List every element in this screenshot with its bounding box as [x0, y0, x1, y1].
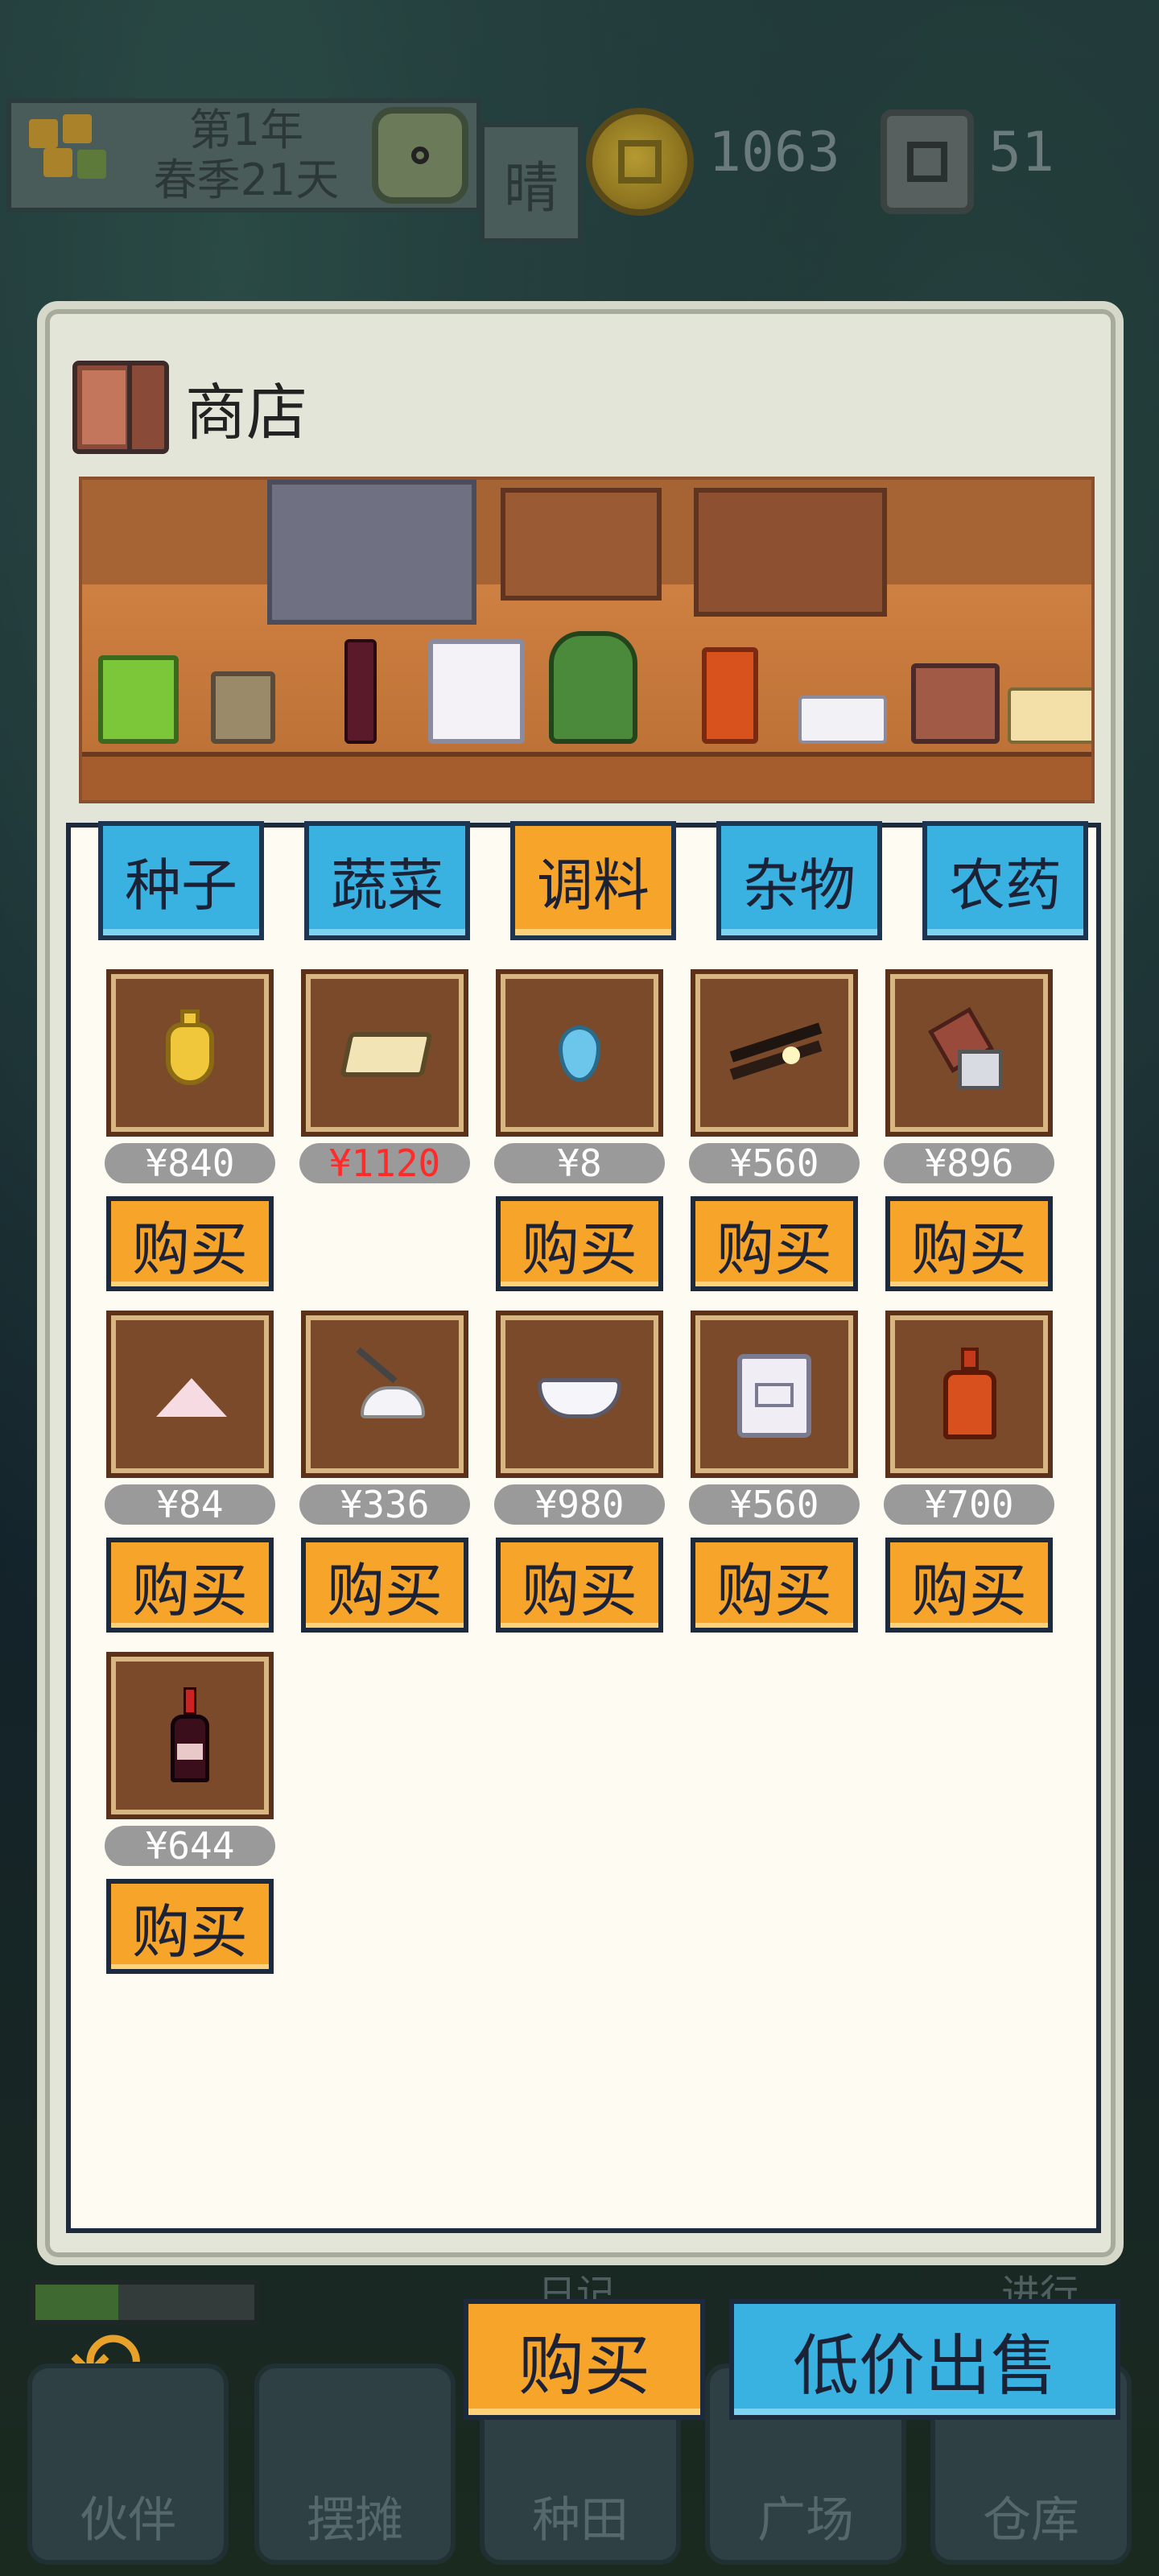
item-price: ¥644	[105, 1826, 275, 1866]
buy-main-button[interactable]: 购买	[464, 2299, 705, 2420]
season-day-label: 春季21天	[153, 155, 340, 205]
shop-item: ¥560 购买	[689, 969, 860, 1291]
shop-item: ¥8 购买	[494, 969, 665, 1291]
sauce-bottle-icon	[702, 647, 758, 744]
shop-item: ¥1120	[299, 969, 470, 1290]
oven-icon	[267, 480, 476, 625]
shop-panel: 商店 种子 蔬菜 调料 杂物 农药 ¥840 购买 ¥1120 ¥8 购买 ¥5…	[37, 301, 1124, 2265]
money-count: 1063	[708, 121, 840, 184]
shop-item: ¥896 购买	[884, 969, 1054, 1291]
buy-button[interactable]: 购买	[106, 1196, 274, 1291]
seed-bag-icon	[211, 671, 275, 744]
buy-button[interactable]: 购买	[691, 1196, 858, 1291]
flour-jar-icon	[428, 639, 525, 744]
weather-label: 晴	[480, 122, 583, 243]
spice-shelf-icon	[694, 488, 887, 617]
shop-item: ¥700 购买	[884, 1311, 1054, 1633]
item-slot[interactable]	[885, 1311, 1053, 1478]
butter-block-icon	[336, 1005, 433, 1101]
nav-stall-label: 摆摊	[307, 2492, 403, 2549]
item-slot[interactable]	[301, 1311, 468, 1478]
buy-button[interactable]: 购买	[496, 1538, 663, 1633]
item-slot[interactable]	[885, 969, 1053, 1137]
flour-bowl-icon	[531, 1346, 628, 1443]
gem-icon	[881, 109, 974, 214]
item-slot[interactable]	[106, 1652, 274, 1819]
vanilla-pods-icon	[726, 1005, 823, 1101]
item-price: ¥560	[689, 1484, 860, 1525]
wine-bottle-icon	[344, 639, 377, 744]
shop-item: ¥336 购买	[299, 1311, 470, 1633]
oil-jug-icon	[142, 1005, 238, 1101]
date-text: 第1年 春季21天	[121, 105, 372, 205]
gem-count: 51	[988, 121, 1054, 184]
item-slot[interactable]	[106, 969, 274, 1137]
tab-pesticides[interactable]: 农药	[922, 821, 1088, 940]
item-grid: ¥840 购买 ¥1120 ¥8 购买 ¥560 购买 ¥896 购买 ¥84 …	[105, 969, 1070, 1974]
green-sack-icon	[98, 655, 179, 744]
flour-sack-icon	[726, 1346, 823, 1443]
item-slot[interactable]	[106, 1311, 274, 1478]
item-slot[interactable]	[691, 1311, 858, 1478]
tab-seeds[interactable]: 种子	[98, 821, 264, 940]
shop-scene-illustration	[79, 477, 1095, 803]
item-price: ¥560	[689, 1143, 860, 1183]
salt-pile-icon	[142, 1346, 238, 1443]
item-price: ¥336	[299, 1484, 470, 1525]
shop-book-icon	[72, 361, 169, 454]
shop-item: ¥84 购买	[105, 1311, 275, 1633]
item-price: ¥896	[884, 1143, 1054, 1183]
item-slot[interactable]	[691, 969, 858, 1137]
clock-icon[interactable]	[372, 107, 468, 204]
item-price: ¥8	[494, 1143, 665, 1183]
shopkeeper-icon	[549, 631, 637, 744]
shop-title: 商店	[185, 377, 307, 448]
nav-partners-label: 伙伴	[80, 2492, 176, 2549]
item-price: ¥840	[105, 1143, 275, 1183]
item-price: ¥700	[884, 1484, 1054, 1525]
sugar-scoop-icon	[336, 1346, 433, 1443]
buy-button[interactable]: 购买	[885, 1538, 1053, 1633]
coin-icon	[586, 108, 694, 216]
shop-item: ¥560 购买	[689, 1311, 860, 1633]
buy-button[interactable]: 购买	[885, 1196, 1053, 1291]
item-slot[interactable]	[301, 969, 468, 1137]
nav-farming-label: 种田	[532, 2492, 629, 2549]
year-label: 第1年	[188, 105, 304, 155]
item-slot[interactable]	[496, 969, 663, 1137]
buy-button[interactable]: 购买	[691, 1538, 858, 1633]
shop-item: ¥980 购买	[494, 1311, 665, 1633]
sugar-scoop-icon	[798, 696, 887, 744]
shop-item: ¥840 购买	[105, 969, 275, 1291]
shelf-icon	[501, 488, 662, 601]
buy-button[interactable]: 购买	[496, 1196, 663, 1291]
book-icon	[911, 663, 1000, 744]
tab-vegetables[interactable]: 蔬菜	[304, 821, 470, 940]
tab-seasonings[interactable]: 调料	[510, 821, 676, 940]
shop-header: 商店	[72, 359, 307, 456]
buy-button[interactable]: 购买	[301, 1538, 468, 1633]
shop-item: ¥644 购买	[105, 1652, 275, 1974]
category-tabs: 种子 蔬菜 调料 杂物 农药	[98, 821, 1088, 940]
nav-warehouse-label: 仓库	[983, 2492, 1079, 2549]
wine-bottle-icon	[142, 1687, 238, 1784]
pepper-grinder-icon	[921, 1005, 1017, 1101]
item-price: ¥980	[494, 1484, 665, 1525]
buy-button[interactable]: 购买	[106, 1538, 274, 1633]
item-price: ¥84	[105, 1484, 275, 1525]
shop-content: 种子 蔬菜 调料 杂物 农药 ¥840 购买 ¥1120 ¥8 购买 ¥560 …	[66, 821, 1101, 2233]
tab-sundries[interactable]: 杂物	[716, 821, 882, 940]
water-drop-icon	[531, 1005, 628, 1101]
sell-low-price-button[interactable]: 低价出售	[729, 2299, 1120, 2420]
date-display: 第1年 春季21天	[6, 98, 481, 213]
flower-icon	[16, 103, 121, 208]
butter-icon	[1008, 687, 1091, 744]
soy-sauce-bottle-icon	[921, 1346, 1017, 1443]
buy-button[interactable]: 购买	[106, 1879, 274, 1974]
item-price: ¥1120	[299, 1143, 470, 1183]
nav-plaza-label: 广场	[757, 2492, 854, 2549]
item-slot[interactable]	[496, 1311, 663, 1478]
